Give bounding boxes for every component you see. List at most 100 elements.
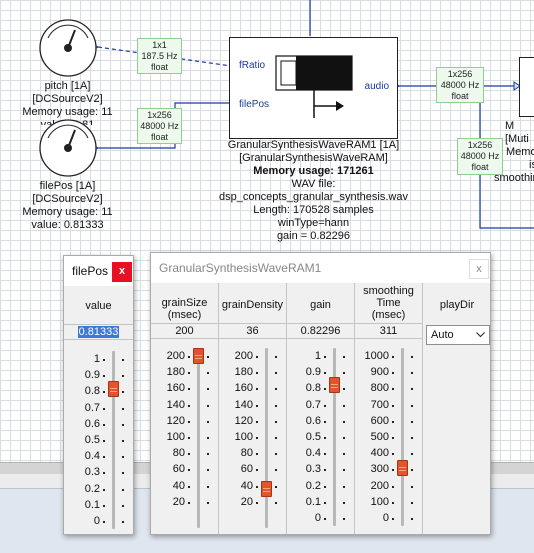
filepos-tick-mark (122, 521, 124, 523)
filepos-tick-mark (103, 488, 105, 491)
gain-tick-mark (324, 388, 326, 391)
gain-tick-label: 0.7 (305, 398, 321, 411)
filepos-tick-mark (122, 504, 124, 507)
grainsize-tick-mark (188, 372, 190, 375)
smoothing-time-tick-mark (392, 372, 394, 375)
smoothing-time-tick-mark (411, 518, 413, 520)
graindensity-tick-mark (275, 404, 277, 407)
filepos-tick-mark (103, 407, 105, 410)
graindensity-tick-label: 60 (240, 463, 253, 476)
grainsize-tick-mark (188, 485, 190, 488)
smoothing-time-slider-track[interactable] (401, 348, 404, 526)
gain-tick-mark (343, 501, 345, 504)
grainsize-slider-thumb[interactable] (193, 348, 204, 364)
grainsize-tick-mark (207, 420, 209, 423)
filepos-tick-mark (103, 440, 105, 442)
gain-tick-label: 0.1 (305, 495, 321, 508)
gain-tick-mark (343, 469, 345, 472)
granular-panel-titlebar[interactable]: GranularSynthesisWaveRAM1 (151, 253, 490, 283)
graindensity-slider-track[interactable] (265, 348, 268, 528)
wire-label-pitch-type: float (150, 62, 168, 72)
filepos-knob[interactable] (38, 118, 98, 178)
grainsize-tick-label: 60 (172, 463, 185, 476)
grainsize-slider-track[interactable] (197, 348, 200, 528)
gain-value-field[interactable]: 0.82296 (287, 323, 354, 339)
grainsize-value-field[interactable]: 200 (151, 323, 218, 339)
right-partial-block[interactable] (519, 57, 534, 117)
gain-tick-label: 0.6 (305, 414, 321, 427)
graindensity-tick-mark (275, 388, 277, 391)
smoothing-time-tick-label: 200 (370, 479, 389, 492)
grainsize-tick-mark (207, 437, 209, 439)
gain-slider-thumb[interactable] (329, 376, 340, 393)
pitch-knob[interactable] (38, 18, 98, 78)
filepos-panel-close-button[interactable]: x (112, 262, 132, 282)
port-audio-label: audio (364, 81, 389, 92)
gain-tick-label: 0.3 (305, 463, 321, 476)
right-block-label-1: [Muti (505, 133, 529, 145)
right-block-label-0: M (505, 120, 515, 132)
smoothing-time-tick-label: 0 (382, 512, 389, 524)
granular-block-name: GranularSynthesisWaveRAM1 [1A] (227, 139, 400, 151)
graindensity-tick-mark (256, 469, 258, 472)
smoothing-time-tick-mark (411, 404, 413, 407)
graindensity-tick-label: 20 (240, 495, 253, 508)
filepos-tick-mark (103, 423, 105, 426)
graindensity-value-field[interactable]: 36 (219, 323, 286, 339)
grainsize-tick-mark (188, 388, 190, 391)
grainsize-column-label: (msec) (167, 309, 202, 321)
wire-label-lower[interactable]: 1x256 48000 Hz float (457, 138, 503, 175)
filepos-value-field[interactable]: 0.81333 (64, 324, 133, 340)
filepos-tick-label: 0.8 (84, 385, 100, 398)
filepos-column-label: value (85, 300, 112, 312)
grainsize-tick-mark (188, 469, 190, 472)
wire-label-filepos[interactable]: 1x256 48000 Hz float (137, 108, 182, 144)
wire-label-filepos-dims: 1x256 (147, 110, 172, 120)
gain-tick-mark (324, 485, 326, 488)
graindensity-tick-mark (256, 420, 258, 423)
smoothing-time-tick-mark (411, 420, 413, 423)
filepos-slider-thumb[interactable] (108, 381, 119, 398)
gain-tick-label: 0.9 (305, 366, 321, 379)
gain-tick-mark (324, 518, 326, 520)
playdir-select[interactable]: Auto (426, 325, 490, 345)
gain-tick-mark (343, 420, 345, 423)
smoothing-time-value-field[interactable]: 311 (355, 323, 422, 339)
smoothing-time-tick-mark (392, 469, 394, 472)
gain-tick-label: 0 (314, 512, 321, 524)
granular-block-wav-label: WAV file: (291, 178, 336, 190)
grainsize-tick-mark (188, 356, 190, 358)
granular-panel-close-button[interactable]: x (469, 259, 489, 279)
filepos-tick-mark (122, 423, 124, 426)
graindensity-tick-label: 120 (234, 414, 253, 427)
graindensity-slider-thumb[interactable] (261, 480, 272, 497)
wire-label-pitch[interactable]: 1x1 187.5 Hz float (137, 38, 182, 74)
playdir-selected-value: Auto (431, 329, 454, 341)
filepos-slider-track[interactable] (112, 351, 115, 529)
smoothing-time-tick-label: 500 (370, 431, 389, 443)
gain-slider-track[interactable] (333, 348, 336, 526)
wire-label-audio[interactable]: 1x256 48000 Hz float (436, 67, 484, 103)
filepos-value-column: value 0.81333 1 0.9 0.8 0.7 0.6 0.5 0.4 0.3 0.2 0… (64, 286, 133, 534)
filepos-block-type: [DCSourceV2] (32, 193, 103, 205)
filepos-tick-label: 1 (93, 353, 100, 365)
gain-tick-mark (324, 469, 326, 472)
filepos-tick-mark (122, 472, 124, 475)
filepos-panel-title: filePos (72, 264, 109, 278)
port-fratio-label: fRatio (239, 60, 266, 71)
playdir-column-label: playDir (439, 299, 475, 311)
filepos-tick-label: 0.4 (84, 450, 100, 463)
graindensity-tick-mark (256, 356, 258, 358)
smoothing-time-tick-mark (411, 372, 413, 375)
grainsize-tick-mark (188, 453, 190, 456)
wire-label-filepos-type: float (150, 132, 168, 142)
wire-label-audio-rate: 48000 Hz (440, 80, 480, 90)
graindensity-tick-mark (275, 437, 277, 439)
granular-synthesis-block[interactable]: fRatio filePos audio (229, 37, 398, 139)
filepos-tick-mark (122, 359, 124, 361)
graindensity-tick-label: 140 (234, 398, 253, 411)
graindensity-tick-mark (256, 372, 258, 375)
smoothing-time-slider-thumb[interactable] (397, 459, 408, 476)
filepos-tick-mark (122, 375, 124, 378)
wire-label-filepos-rate: 48000 Hz (140, 121, 179, 131)
